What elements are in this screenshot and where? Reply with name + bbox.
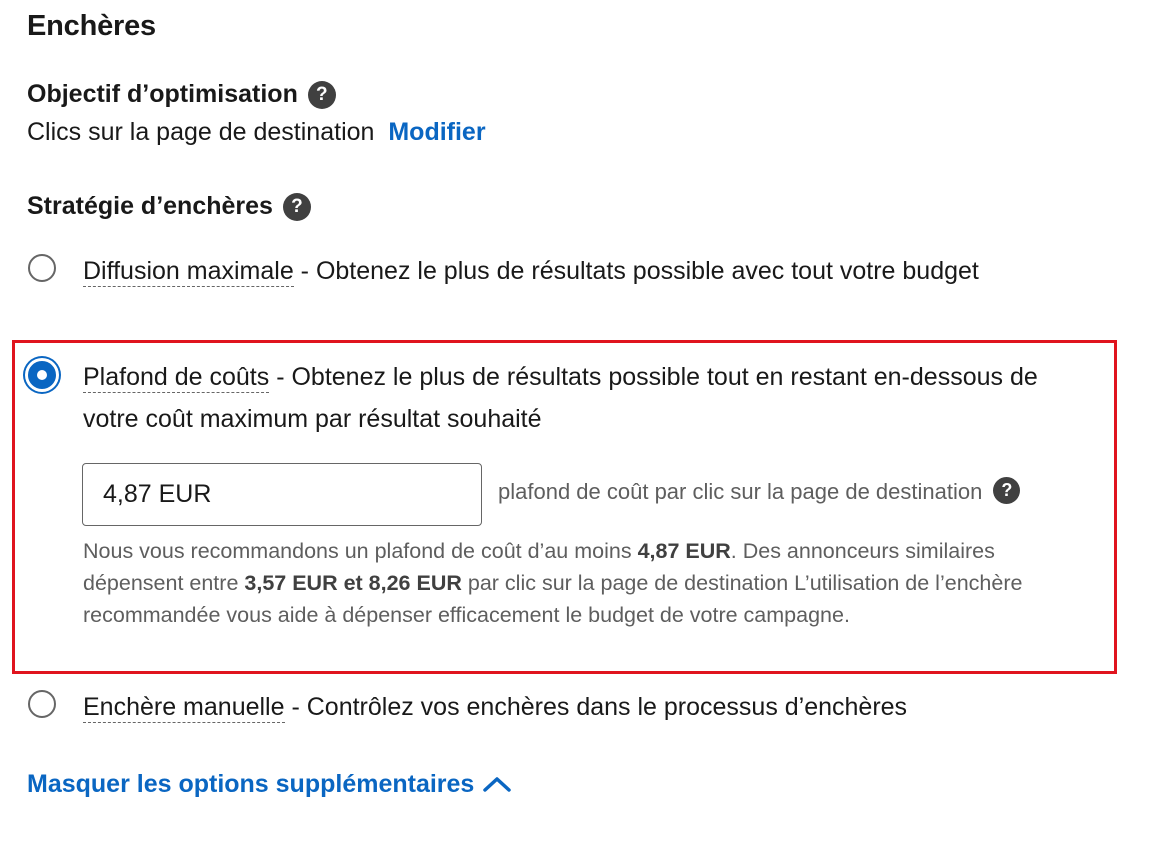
option-manual-bid[interactable]: Enchère manuelle - Contrôlez vos enchère…: [83, 686, 1073, 728]
rec-text-1: Nous vous recommandons un plafond de coû…: [83, 539, 638, 563]
bid-recommendation: Nous vous recommandons un plafond de coû…: [83, 535, 1093, 631]
question-circle-icon[interactable]: ?: [282, 192, 311, 221]
rec-bid-range: 3,57 EUR et 8,26 EUR: [244, 571, 462, 595]
hide-additional-options-label: Masquer les options supplémentaires: [27, 770, 475, 798]
section-title: Enchères: [27, 10, 156, 42]
cost-cap-input[interactable]: 4,87 EUR: [82, 463, 482, 526]
question-circle-icon[interactable]: ?: [993, 476, 1021, 504]
strategy-heading-row: Stratégie d’enchères ?: [27, 192, 311, 221]
option-max-delivery-name: Diffusion maximale: [83, 257, 294, 287]
hide-additional-options-link[interactable]: Masquer les options supplémentaires: [27, 770, 512, 799]
optimization-heading: Objectif d’optimisation: [27, 80, 298, 108]
chevron-up-icon: [483, 776, 512, 792]
cost-cap-suffix: plafond de coût par clic sur la page de …: [498, 479, 983, 504]
option-cost-cap[interactable]: Plafond de coûts - Obtenez le plus de ré…: [83, 356, 1068, 440]
edit-goal-link[interactable]: Modifier: [388, 118, 485, 146]
option-max-delivery[interactable]: Diffusion maximale - Obtenez le plus de …: [83, 250, 1073, 292]
optimization-goal-row: Clics sur la page de destination Modifie…: [27, 118, 486, 147]
option-cost-cap-name: Plafond de coûts: [83, 363, 270, 393]
option-manual-bid-name: Enchère manuelle: [83, 693, 285, 723]
cost-cap-suffix-row: plafond de coût par clic sur la page de …: [498, 476, 1021, 505]
cost-cap-input-value: 4,87 EUR: [103, 480, 212, 508]
option-max-delivery-description: - Obtenez le plus de résultats possible …: [293, 257, 979, 285]
radio-cost-cap[interactable]: [28, 361, 56, 389]
radio-manual-bid[interactable]: [28, 690, 56, 718]
strategy-heading: Stratégie d’enchères: [27, 192, 273, 220]
question-circle-icon[interactable]: ?: [307, 80, 336, 109]
option-manual-bid-description: - Contrôlez vos enchères dans le process…: [284, 693, 908, 721]
optimization-heading-row: Objectif d’optimisation ?: [27, 80, 336, 109]
rec-min-bid: 4,87 EUR: [637, 539, 731, 563]
radio-max-delivery[interactable]: [28, 254, 56, 282]
optimization-goal-value: Clics sur la page de destination: [27, 118, 375, 146]
